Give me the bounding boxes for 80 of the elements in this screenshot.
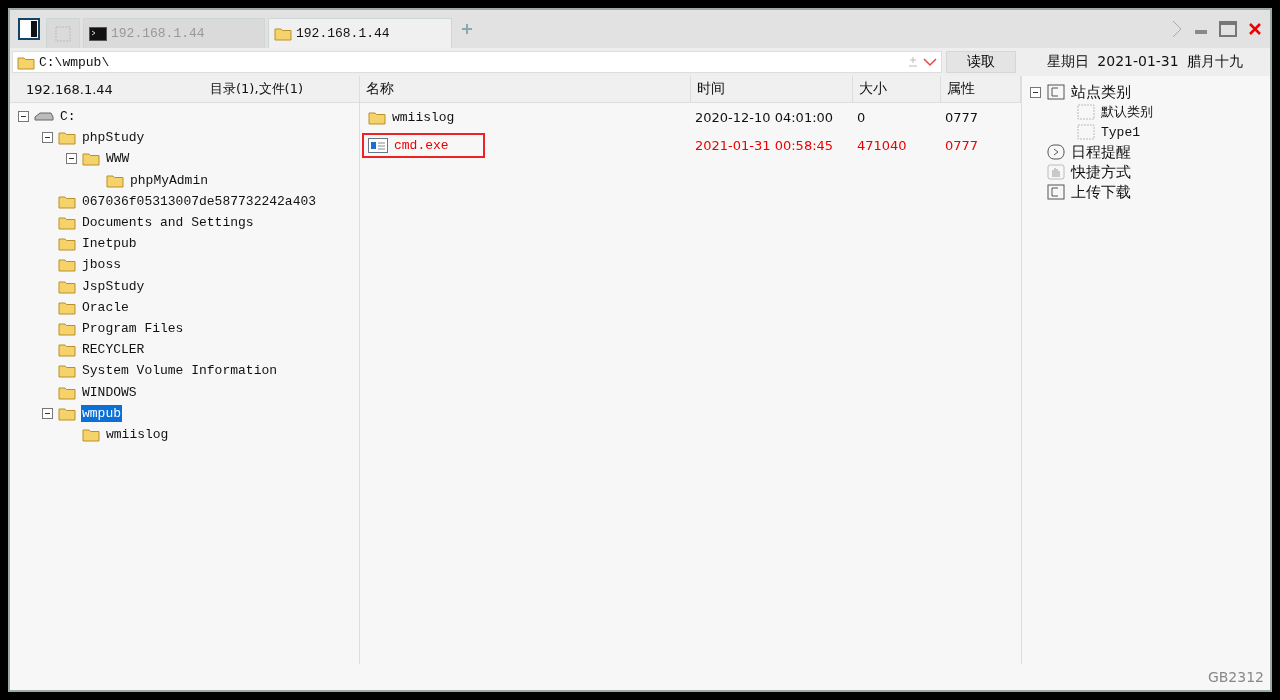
path-field[interactable]: C:\wmpub\ — [12, 51, 942, 73]
close-icon[interactable] — [1248, 22, 1262, 36]
tree-item[interactable]: Documents and Settings — [81, 214, 255, 232]
file-name[interactable]: wmiislog — [362, 104, 491, 130]
folder-icon — [368, 109, 386, 125]
add-icon[interactable] — [461, 23, 473, 35]
drive-icon — [34, 110, 54, 123]
weekday-label: 星期日 — [1047, 53, 1090, 71]
collapse-icon[interactable] — [66, 153, 77, 165]
side-item[interactable]: 上传下载 — [1071, 182, 1131, 202]
hand-icon — [1047, 164, 1065, 180]
column-header[interactable]: 属性 — [941, 76, 1021, 102]
folder-icon — [58, 405, 76, 421]
tree-item[interactable]: System Volume Information — [81, 362, 279, 380]
folder-icon — [17, 54, 35, 70]
folder-summary: 目录(1),文件(1) — [210, 80, 303, 98]
dropdown-icon[interactable] — [923, 57, 937, 67]
tree-item[interactable]: C: — [59, 108, 77, 126]
folder-icon — [58, 236, 76, 252]
folder-icon — [58, 363, 76, 379]
side-item[interactable]: 日程提醒 — [1071, 142, 1131, 162]
table-cell-text: 0777 — [944, 137, 980, 153]
tree-item[interactable]: Program Files — [81, 319, 185, 337]
tree-item[interactable]: phpMyAdmin — [129, 171, 209, 189]
host-label: 192.168.1.44 — [26, 81, 113, 97]
program-icon — [368, 137, 388, 153]
folder-icon — [274, 26, 292, 41]
table-cell-text: 2020-12-10 04:01:00 — [694, 109, 835, 125]
column-header[interactable]: 名称 — [360, 76, 691, 102]
tree-item[interactable]: WINDOWS — [81, 383, 138, 401]
side-item[interactable]: 快捷方式 — [1071, 162, 1131, 182]
read-button[interactable]: 读取 — [946, 51, 1016, 73]
folder-icon — [58, 130, 76, 146]
folder-icon — [58, 215, 76, 231]
sidebar-toggle-icon[interactable] — [18, 18, 40, 40]
table-cell-text: 0777 — [944, 109, 980, 125]
folder-icon — [58, 257, 76, 273]
panel-icon — [1047, 84, 1065, 100]
dashed-square-icon — [1077, 104, 1095, 120]
tree-item[interactable]: Inetpub — [81, 235, 138, 253]
tree-item[interactable]: wmpub — [81, 404, 122, 422]
collapse-icon[interactable] — [42, 407, 53, 419]
dashed-square-icon — [1077, 124, 1095, 140]
tree-item[interactable]: 067036f05313007de587732242a403 — [81, 192, 318, 210]
folder-icon — [106, 172, 124, 188]
frame-icon — [54, 24, 72, 43]
tree-item[interactable]: JspStudy — [81, 277, 146, 295]
table-cell-text: 0 — [856, 109, 867, 125]
folder-icon — [58, 384, 76, 400]
tree-item[interactable]: wmiislog — [105, 425, 170, 443]
collapse-icon[interactable] — [18, 111, 29, 123]
tree-item[interactable]: jboss — [81, 256, 122, 274]
collapse-icon[interactable] — [1030, 86, 1041, 98]
column-header[interactable]: 大小 — [853, 76, 941, 102]
date-label: 2021-01-31 — [1097, 53, 1179, 71]
maximize-icon[interactable] — [1219, 21, 1237, 37]
side-item[interactable]: 站点类别 — [1071, 82, 1131, 102]
table-cell-text: 471040 — [856, 137, 908, 153]
file-name[interactable]: cmd.exe — [362, 132, 485, 158]
lunar-date-label: 腊月十九 — [1186, 53, 1243, 71]
folder-icon — [58, 278, 76, 294]
panel-icon — [1047, 184, 1065, 200]
folder-icon — [58, 320, 76, 336]
tree-item[interactable]: WWW — [105, 150, 131, 168]
folder-icon — [58, 193, 76, 209]
terminal-icon — [89, 26, 107, 41]
collapse-icon[interactable] — [42, 132, 53, 144]
folder-icon — [58, 342, 76, 358]
tab[interactable]: 192.168.1.44 — [268, 18, 452, 48]
folder-icon — [82, 151, 100, 167]
tree-item[interactable]: Oracle — [81, 298, 130, 316]
tree-item[interactable]: phpStudy — [81, 129, 146, 147]
tree-item[interactable]: RECYCLER — [81, 341, 146, 359]
folder-icon — [82, 426, 100, 442]
side-item[interactable]: 默认类别 — [1101, 103, 1153, 121]
side-item[interactable]: Type1 — [1101, 124, 1140, 140]
encoding-label: GB2312 — [1207, 669, 1264, 685]
column-header[interactable]: 时间 — [691, 76, 853, 102]
table-cell-text: 2021-01-31 00:58:45 — [694, 137, 835, 153]
folder-icon — [58, 299, 76, 315]
